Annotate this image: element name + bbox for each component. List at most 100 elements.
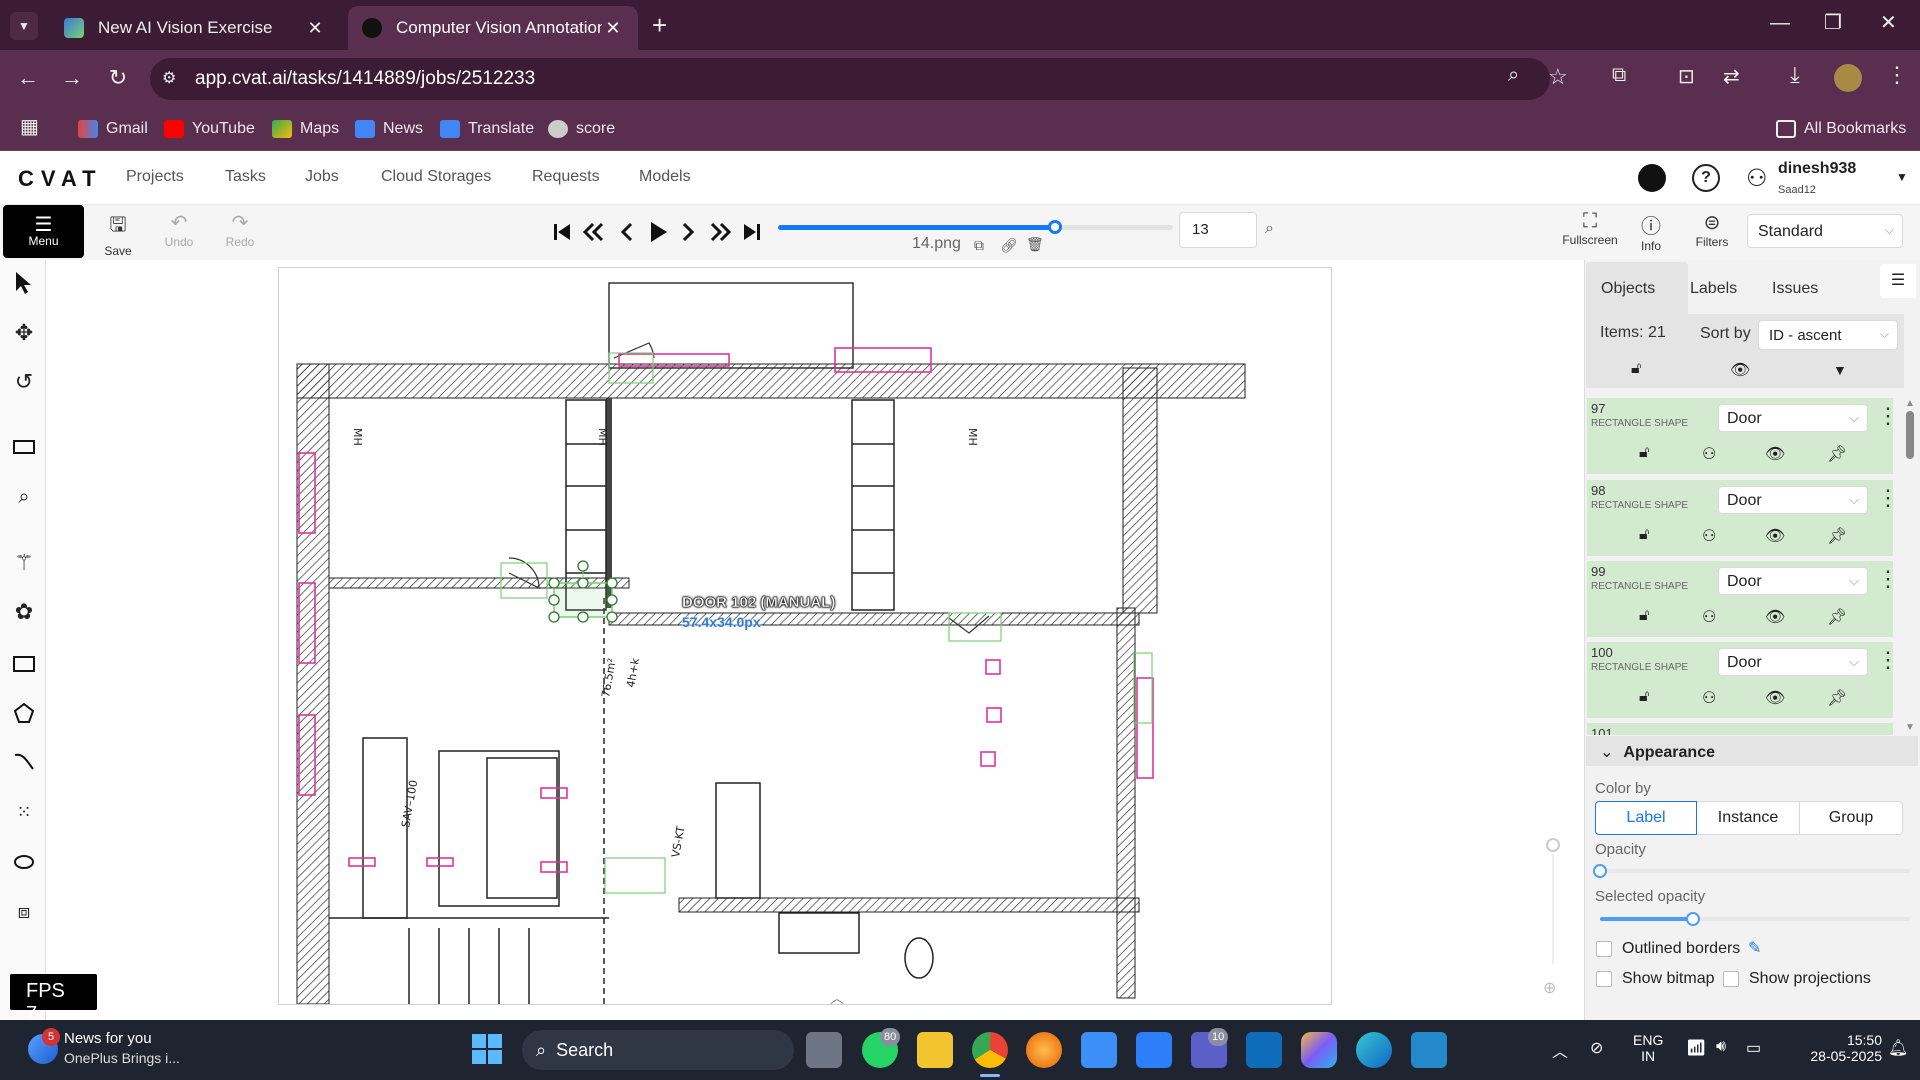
panel-menu-icon[interactable]: ☰ <box>1880 264 1916 298</box>
nav-models[interactable]: Models <box>639 168 691 186</box>
browser-tab-vision-exercise[interactable]: New AI Vision Exercise ✕ <box>50 6 340 50</box>
window-close-button[interactable]: ✕ <box>1880 10 1897 35</box>
object-menu-icon[interactable]: ⋮ <box>1877 568 1899 590</box>
zoom-in-icon[interactable]: ⊕ <box>1543 978 1556 998</box>
cuboid-tool[interactable]: ⧈ <box>10 898 38 926</box>
nav-requests[interactable]: Requests <box>532 168 600 186</box>
edge-icon[interactable] <box>1356 1032 1392 1068</box>
pin-user-icon[interactable]: ⚇ <box>1702 688 1722 708</box>
url-text[interactable]: app.cvat.ai/tasks/1414889/jobs/2512233 <box>195 68 535 90</box>
start-button[interactable] <box>472 1034 502 1064</box>
rectangle-tool[interactable] <box>10 650 38 678</box>
vscode-icon[interactable] <box>1411 1032 1447 1068</box>
save-button[interactable]: 🖫 Save <box>88 210 148 258</box>
object-label-select[interactable]: Door ⌵ <box>1718 486 1868 514</box>
tab-labels[interactable]: Labels <box>1690 280 1737 298</box>
sort-by-select[interactable]: ID - ascent ⌵ <box>1758 320 1898 350</box>
pin-icon[interactable]: 📌︎ <box>1827 688 1847 708</box>
object-card-99[interactable]: 99 RECTANGLE SHAPE Door ⌵ ⋮ 🔓︎ ⚇ 👁︎ 📌︎ <box>1587 561 1899 639</box>
scroll-down-icon[interactable]: ▼ <box>1904 722 1916 733</box>
polygon-tool[interactable] <box>10 699 38 727</box>
lock-icon[interactable]: 🔓︎ <box>1639 526 1659 546</box>
next-frame-button[interactable] <box>675 218 703 246</box>
back-button[interactable]: ← <box>12 62 44 94</box>
show-all-eye-icon[interactable]: 👁︎ <box>1730 360 1750 380</box>
object-menu-icon[interactable]: ⋮ <box>1877 487 1899 509</box>
opacity-slider-handle[interactable] <box>1593 864 1607 878</box>
screenshot-icon[interactable]: ⊡ <box>1678 64 1695 89</box>
extensions-icon[interactable]: ⧉ <box>1612 64 1626 87</box>
pin-icon[interactable]: 📌︎ <box>1827 526 1847 546</box>
color-by-instance-option[interactable]: Instance <box>1697 801 1800 835</box>
language-indicator[interactable]: ENG IN <box>1633 1032 1663 1064</box>
wifi-icon[interactable]: 📶︎ <box>1686 1038 1706 1058</box>
eye-icon[interactable]: 👁︎ <box>1765 688 1785 708</box>
show-bitmap-checkbox[interactable] <box>1596 971 1612 987</box>
lock-all-icon[interactable]: 🔓︎ <box>1631 360 1641 378</box>
scrollbar-thumb[interactable] <box>1906 411 1914 459</box>
rotate-tool[interactable]: ↺ <box>10 368 38 396</box>
points-tool[interactable]: ⁙ <box>10 798 38 826</box>
fit-image-tool[interactable] <box>10 433 38 461</box>
close-icon[interactable]: ✕ <box>602 18 624 39</box>
link-icon[interactable]: 🔗︎ <box>1000 237 1018 254</box>
browser-menu-icon[interactable]: ⋮ <box>1886 62 1908 88</box>
previous-frame-button[interactable] <box>612 218 640 246</box>
object-label-select[interactable]: Door ⌵ <box>1718 567 1868 595</box>
tab-search-button[interactable]: ▼ <box>10 12 38 40</box>
menu-button[interactable]: ☰ Menu <box>3 205 84 258</box>
object-card-101[interactable]: 101 <box>1587 723 1893 735</box>
zoom-icon[interactable]: ⌕ <box>1508 64 1519 87</box>
frame-slider-handle[interactable] <box>1047 220 1062 234</box>
frame-slider[interactable] <box>778 219 1173 235</box>
nav-cloud-storages[interactable]: Cloud Storages <box>381 168 491 186</box>
tab-objects[interactable]: Objects <box>1601 280 1655 298</box>
news-widget[interactable]: 5 News for you OnePlus Brings i... <box>20 1028 200 1070</box>
chrome-icon[interactable] <box>972 1032 1008 1068</box>
show-projections-checkbox[interactable] <box>1723 971 1739 987</box>
object-card-100[interactable]: 100 RECTANGLE SHAPE Door ⌵ ⋮ 🔓︎ ⚇ 👁︎ 📌︎ <box>1587 642 1899 720</box>
magic-wand-tool[interactable]: ⚚ <box>10 549 38 577</box>
object-card-97[interactable]: 97 RECTANGLE SHAPE Door ⌵ ⋮ 🔓︎ ⚇ 👁︎ 📌︎ <box>1587 398 1899 476</box>
browser-tab-cvat[interactable]: Computer Vision Annotation To ✕ <box>348 6 638 50</box>
pin-user-icon[interactable]: ⚇ <box>1702 607 1722 627</box>
close-icon[interactable]: ✕ <box>304 18 326 39</box>
bookmark-news[interactable]: News <box>355 114 423 144</box>
battery-icon[interactable]: ▭ <box>1746 1038 1761 1058</box>
fast-backward-button[interactable] <box>580 218 608 246</box>
pin-user-icon[interactable]: ⚇ <box>1702 526 1722 546</box>
collapse-up-icon[interactable]: ︿ <box>830 988 844 1008</box>
translate-icon[interactable]: ⇄ <box>1723 64 1740 89</box>
copilot-icon[interactable] <box>1301 1032 1337 1068</box>
zoom-slider-track[interactable] <box>1552 854 1554 964</box>
polyline-tool[interactable] <box>10 748 38 776</box>
info-button[interactable]: ⓘ Info <box>1621 210 1681 253</box>
delete-frame-icon[interactable]: 🗑︎ <box>1026 236 1044 253</box>
fullscreen-button[interactable]: ⛶ Fullscreen <box>1560 210 1620 247</box>
ellipse-tool[interactable] <box>10 848 38 876</box>
collapse-all-icon[interactable]: ▼ <box>1833 362 1847 378</box>
pin-icon[interactable]: 📌︎ <box>1827 607 1847 627</box>
lock-icon[interactable]: 🔓︎ <box>1639 444 1659 464</box>
network-off-icon[interactable]: ⊘ <box>1590 1038 1603 1058</box>
color-by-group-option[interactable]: Group <box>1800 801 1903 835</box>
download-icon[interactable]: ⤓ <box>1790 62 1800 88</box>
cursor-tool[interactable] <box>10 269 38 297</box>
object-menu-icon[interactable]: ⋮ <box>1877 649 1899 671</box>
file-explorer-icon[interactable] <box>917 1032 953 1068</box>
undo-button[interactable]: ↶ Undo <box>149 210 209 249</box>
eye-icon[interactable]: 👁︎ <box>1765 444 1785 464</box>
redo-button[interactable]: ↷ Redo <box>210 210 270 249</box>
object-label-select[interactable]: Door ⌵ <box>1718 404 1868 432</box>
move-tool[interactable]: ✥ <box>10 319 38 347</box>
scroll-up-icon[interactable]: ▲ <box>1904 398 1916 409</box>
zoom-slider-handle[interactable] <box>1546 838 1560 852</box>
play-button[interactable] <box>644 218 672 246</box>
cvat-logo[interactable]: CVAT <box>18 166 103 192</box>
object-menu-icon[interactable]: ⋮ <box>1877 405 1899 427</box>
bookmark-youtube[interactable]: YouTube <box>164 114 255 144</box>
last-frame-button[interactable] <box>738 218 766 246</box>
volume-icon[interactable]: 🔊︎ <box>1716 1038 1726 1056</box>
zoom-region-tool[interactable]: ⌕ <box>10 483 38 511</box>
bookmark-star-icon[interactable]: ☆ <box>1548 64 1568 90</box>
